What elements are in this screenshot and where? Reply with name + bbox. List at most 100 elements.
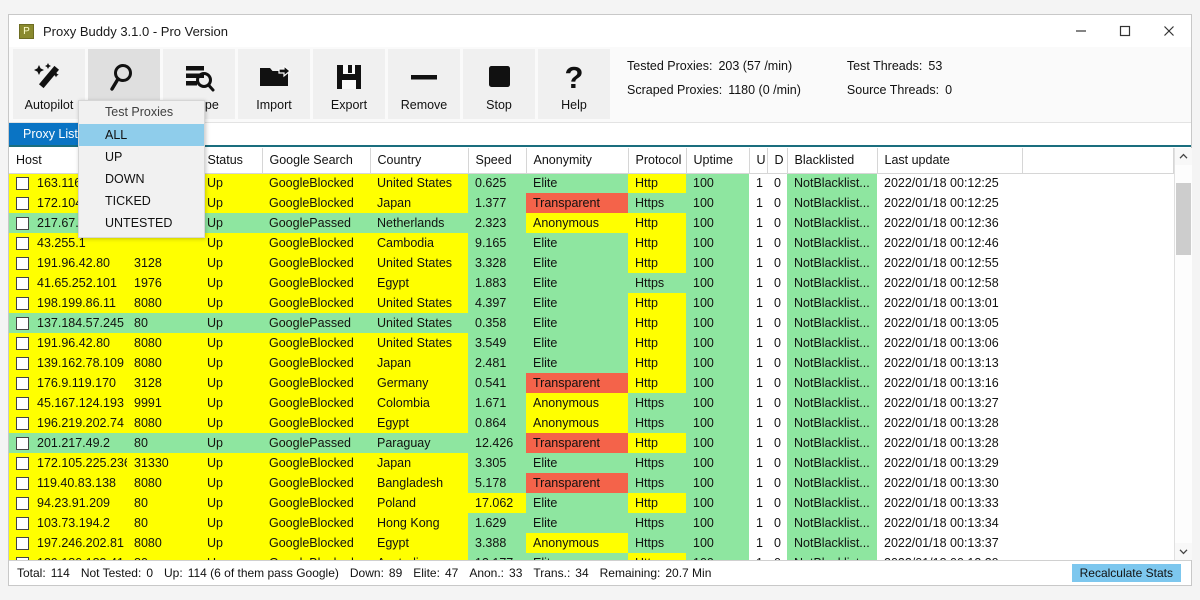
cell-country[interactable]: Japan	[370, 193, 468, 213]
cell-uptime[interactable]: 100	[686, 513, 749, 533]
cell-port[interactable]: 9991	[127, 393, 200, 413]
cell-google[interactable]: GoogleBlocked	[262, 353, 370, 373]
column-header-status[interactable]: Status	[200, 148, 263, 174]
table-row[interactable]: 94.23.91.209 80 Up GoogleBlocked Poland 17.06…	[9, 493, 1174, 513]
cell-u[interactable]: 1	[749, 253, 767, 273]
dropdown-item-up[interactable]: UP	[79, 146, 204, 168]
cell-google[interactable]: GooglePassed	[262, 213, 370, 233]
cell-country[interactable]: Egypt	[370, 533, 468, 553]
row-checkbox[interactable]	[16, 397, 29, 411]
column-header-google-search[interactable]: Google Search	[262, 148, 371, 174]
cell-host[interactable]: 198.199.86.11	[9, 293, 127, 313]
cell-country[interactable]: Japan	[370, 453, 468, 473]
cell-proto[interactable]: Http	[628, 333, 686, 353]
cell-u[interactable]: 1	[749, 453, 767, 473]
cell-status[interactable]: Up	[200, 253, 262, 273]
cell-host[interactable]: 139.180.183.41	[9, 553, 127, 560]
cell-host[interactable]: 201.217.49.2	[9, 433, 127, 453]
cell-uptime[interactable]: 100	[686, 473, 749, 493]
cell-port[interactable]: 31330	[127, 453, 200, 473]
row-checkbox[interactable]	[16, 537, 29, 551]
cell-u[interactable]: 1	[749, 333, 767, 353]
cell-anon[interactable]: Elite	[526, 273, 628, 293]
cell-google[interactable]: GoogleBlocked	[262, 173, 370, 193]
row-checkbox[interactable]	[16, 237, 29, 251]
row-checkbox[interactable]	[16, 317, 29, 331]
cell-d[interactable]: 0	[767, 533, 787, 553]
cell-country[interactable]: Australia	[370, 553, 468, 560]
column-header-blacklisted[interactable]: Blacklisted	[787, 148, 878, 174]
cell-proto[interactable]: Http	[628, 293, 686, 313]
cell-host[interactable]: 197.246.202.81	[9, 533, 127, 553]
minimize-button[interactable]	[1059, 15, 1103, 46]
cell-u[interactable]: 1	[749, 373, 767, 393]
cell-port[interactable]: 8080	[127, 353, 200, 373]
cell-upd[interactable]: 2022/01/18 00:12:55	[877, 253, 1022, 273]
row-checkbox[interactable]	[16, 297, 29, 311]
cell-status[interactable]: Up	[200, 413, 262, 433]
cell-bl[interactable]: NotBlacklist...	[787, 493, 877, 513]
cell-status[interactable]: Up	[200, 493, 262, 513]
cell-status[interactable]: Up	[200, 193, 262, 213]
row-checkbox[interactable]	[16, 197, 29, 211]
cell-proto[interactable]: Https	[628, 473, 686, 493]
cell-upd[interactable]: 2022/01/18 00:13:13	[877, 353, 1022, 373]
cell-proto[interactable]: Https	[628, 193, 686, 213]
row-checkbox[interactable]	[16, 217, 29, 231]
cell-uptime[interactable]: 100	[686, 293, 749, 313]
cell-speed[interactable]: 3.549	[468, 333, 526, 353]
toolbar-button-stop[interactable]: Stop	[463, 49, 535, 119]
cell-uptime[interactable]: 100	[686, 393, 749, 413]
cell-uptime[interactable]: 100	[686, 253, 749, 273]
cell-status[interactable]: Up	[200, 293, 262, 313]
toolbar-button-remove[interactable]: Remove	[388, 49, 460, 119]
cell-speed[interactable]: 3.388	[468, 533, 526, 553]
cell-speed[interactable]: 5.178	[468, 473, 526, 493]
cell-host[interactable]: 119.40.83.138	[9, 473, 127, 493]
cell-upd[interactable]: 2022/01/18 00:13:29	[877, 453, 1022, 473]
cell-anon[interactable]: Elite	[526, 553, 628, 560]
table-row[interactable]: 198.199.86.11 8080 Up GoogleBlocked United S…	[9, 293, 1174, 313]
cell-upd[interactable]: 2022/01/18 00:13:39	[877, 553, 1022, 560]
cell-country[interactable]: Cambodia	[370, 233, 468, 253]
cell-d[interactable]: 0	[767, 513, 787, 533]
cell-d[interactable]: 0	[767, 233, 787, 253]
column-header-speed[interactable]: Speed	[468, 148, 527, 174]
cell-anon[interactable]: Transparent	[526, 193, 628, 213]
cell-upd[interactable]: 2022/01/18 00:13:28	[877, 413, 1022, 433]
cell-google[interactable]: GoogleBlocked	[262, 493, 370, 513]
cell-host[interactable]: 191.96.42.80	[9, 253, 127, 273]
cell-port[interactable]: 8080	[127, 413, 200, 433]
row-checkbox[interactable]	[16, 477, 29, 491]
cell-speed[interactable]: 2.323	[468, 213, 526, 233]
cell-speed[interactable]: 1.883	[468, 273, 526, 293]
row-checkbox[interactable]	[16, 257, 29, 271]
cell-d[interactable]: 0	[767, 213, 787, 233]
scrollbar-thumb[interactable]	[1175, 183, 1191, 255]
cell-port[interactable]: 1976	[127, 273, 200, 293]
cell-country[interactable]: Germany	[370, 373, 468, 393]
cell-status[interactable]: Up	[200, 513, 262, 533]
cell-country[interactable]: Egypt	[370, 273, 468, 293]
cell-u[interactable]: 1	[749, 273, 767, 293]
cell-uptime[interactable]: 100	[686, 453, 749, 473]
cell-speed[interactable]: 0.625	[468, 173, 526, 193]
cell-google[interactable]: GoogleBlocked	[262, 473, 370, 493]
cell-d[interactable]: 0	[767, 493, 787, 513]
cell-u[interactable]: 1	[749, 493, 767, 513]
cell-u[interactable]: 1	[749, 293, 767, 313]
row-checkbox[interactable]	[16, 337, 29, 351]
cell-upd[interactable]: 2022/01/18 00:13:33	[877, 493, 1022, 513]
cell-d[interactable]: 0	[767, 453, 787, 473]
cell-status[interactable]: Up	[200, 313, 262, 333]
cell-anon[interactable]: Elite	[526, 493, 628, 513]
cell-upd[interactable]: 2022/01/18 00:12:46	[877, 233, 1022, 253]
toolbar-button-help[interactable]: ? Help	[538, 49, 610, 119]
cell-u[interactable]: 1	[749, 193, 767, 213]
cell-google[interactable]: GoogleBlocked	[262, 513, 370, 533]
scroll-down-arrow[interactable]	[1174, 543, 1192, 560]
cell-status[interactable]: Up	[200, 233, 262, 253]
cell-uptime[interactable]: 100	[686, 333, 749, 353]
table-row[interactable]: 103.73.194.2 80 Up GoogleBlocked Hong Kong 1.…	[9, 513, 1174, 533]
cell-host[interactable]: 94.23.91.209	[9, 493, 127, 513]
